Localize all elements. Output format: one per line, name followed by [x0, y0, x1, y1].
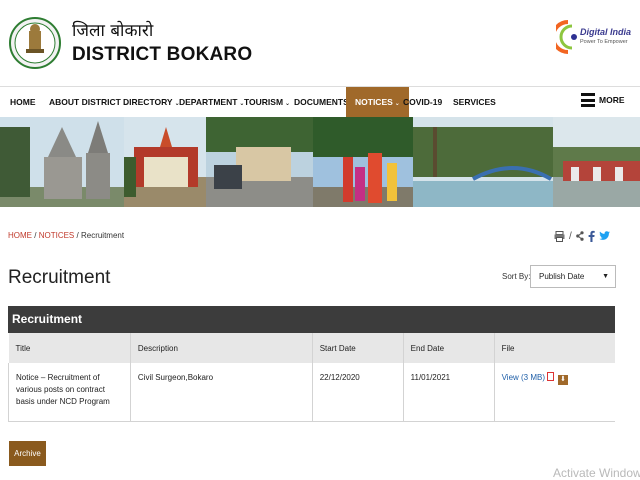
nav-home[interactable]: HOME — [10, 87, 36, 118]
sort-by-label: Sort By: — [502, 272, 531, 281]
main-nav: HOME ABOUT DISTRICT ⌄ DIRECTORY ⌄ DEPARTME… — [0, 85, 640, 118]
banner-strip — [0, 117, 640, 207]
site-title[interactable]: DISTRICT BOKARO — [72, 44, 252, 66]
cell-start-date: 22/12/2020 — [312, 363, 404, 422]
site-title-hindi: जिला बोकारो — [72, 21, 154, 41]
twitter-icon[interactable] — [599, 231, 610, 241]
breadcrumb-separator: / — [34, 231, 37, 240]
nav-tourism[interactable]: TOURISM ⌄ — [244, 87, 290, 118]
banner-dam-image — [553, 117, 640, 207]
chevron-down-icon: ⌄ — [394, 101, 400, 107]
banner-temple-image — [0, 117, 124, 207]
banner-street-image — [206, 117, 313, 207]
archive-button[interactable]: Archive — [9, 441, 46, 466]
nav-notices[interactable]: NOTICES ⌄ — [346, 87, 409, 118]
column-header-start-date: Start Date — [312, 333, 404, 363]
breadcrumb-separator: / — [76, 231, 79, 240]
column-header-end-date: End Date — [403, 333, 495, 363]
download-icon[interactable]: ⬇ — [558, 375, 569, 385]
breadcrumb-current: Recruitment — [80, 231, 125, 240]
share-icon[interactable] — [575, 231, 584, 241]
digital-india-tagline: Power To Empower — [580, 39, 628, 45]
breadcrumb-notices[interactable]: NOTICES — [39, 231, 75, 240]
nav-department[interactable]: DEPARTMENT ⌄ — [179, 87, 244, 118]
banner-gate-image — [124, 117, 206, 207]
digital-india-logo[interactable] — [556, 16, 626, 58]
nav-about-district[interactable]: ABOUT DISTRICT ⌄ — [49, 87, 128, 118]
banner-park-image — [313, 117, 413, 207]
breadcrumb: HOME / NOTICES / Recruitment — [8, 231, 124, 240]
table-row: Notice – Recruitment of various posts on… — [8, 363, 615, 422]
sort-by-value: Publish Date — [539, 272, 585, 281]
share-separator: / — [569, 230, 572, 242]
breadcrumb-home[interactable]: HOME — [8, 231, 32, 240]
chevron-down-icon: ⌄ — [285, 101, 291, 107]
cell-end-date: 11/01/2021 — [403, 363, 495, 422]
district-emblem-logo[interactable] — [9, 7, 61, 79]
table-caption: Recruitment — [8, 306, 615, 333]
digital-india-title: Digital India — [580, 27, 632, 37]
pdf-icon — [547, 372, 555, 381]
column-header-description: Description — [130, 333, 313, 363]
banner-bridge-image — [413, 117, 553, 207]
sort-by-select[interactable]: Publish Date ▼ — [530, 265, 616, 288]
nav-covid-19[interactable]: COVID-19 — [403, 87, 442, 118]
cell-description: Civil Surgeon,Bokaro — [130, 363, 313, 422]
site-header: जिला बोकारो DISTRICT BOKARO Digital Indi… — [0, 0, 640, 86]
nav-services[interactable]: SERVICES — [453, 87, 496, 118]
view-file-link[interactable]: View (3 MB) — [502, 373, 545, 382]
facebook-icon[interactable] — [588, 230, 595, 242]
table-header-row: Title Description Start Date End Date Fi… — [8, 333, 615, 363]
print-icon[interactable] — [554, 230, 565, 242]
nav-more[interactable]: MORE — [599, 85, 625, 116]
nav-directory[interactable]: DIRECTORY ⌄ — [123, 87, 180, 118]
cell-file: View (3 MB) ⬇ — [494, 363, 615, 422]
recruitment-table: Title Description Start Date End Date Fi… — [8, 333, 615, 422]
column-header-file: File — [494, 333, 615, 363]
page-title: Recruitment — [8, 267, 111, 288]
activate-windows-watermark: Activate Window — [553, 466, 640, 480]
cell-title: Notice – Recruitment of various posts on… — [8, 363, 131, 422]
hamburger-menu-icon[interactable] — [581, 93, 595, 107]
column-header-title: Title — [8, 333, 131, 363]
dropdown-arrow-icon: ▼ — [602, 273, 609, 280]
share-tools: / — [554, 230, 610, 242]
